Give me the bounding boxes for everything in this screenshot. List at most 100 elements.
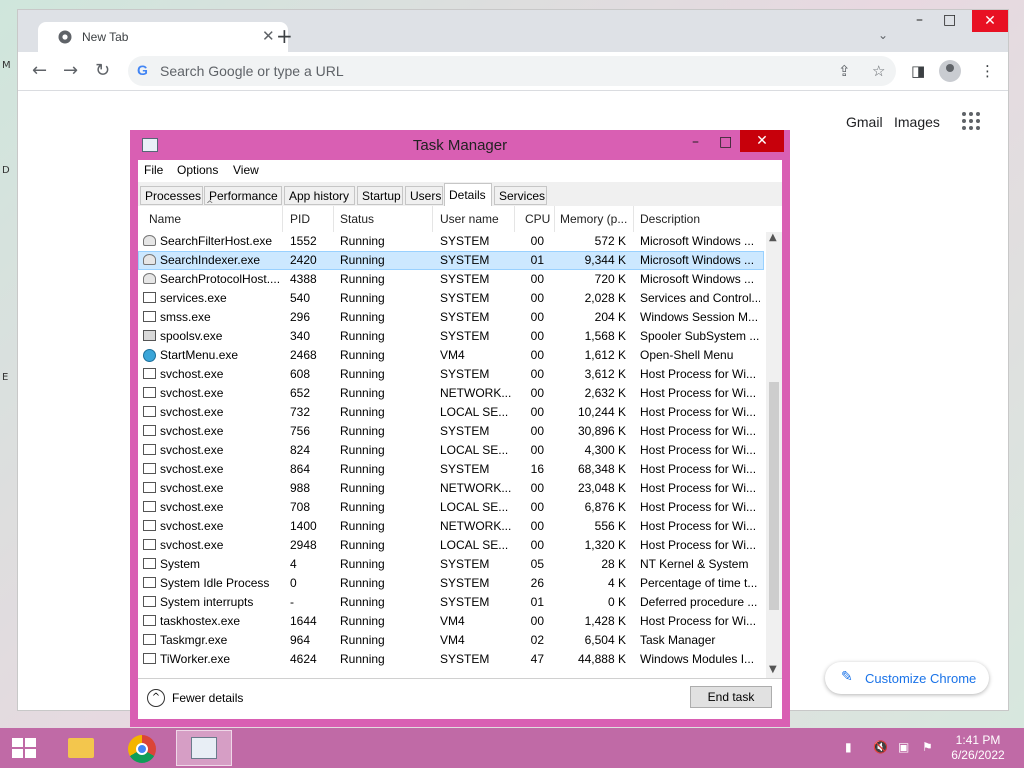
menu-options[interactable]: Options — [177, 163, 218, 177]
images-link[interactable]: Images — [894, 114, 940, 130]
customize-chrome-button[interactable]: ✎ Customize Chrome — [825, 662, 989, 694]
volume-muted-icon[interactable]: 🔇 — [873, 740, 888, 754]
tab-details[interactable]: Details — [444, 183, 492, 207]
process-row[interactable]: svchost.exe 864 Running SYSTEM 16 68,348 K Hos… — [138, 460, 764, 479]
scroll-thumb[interactable] — [769, 382, 779, 610]
process-row[interactable]: System Idle Process 0 Running SYSTEM 26 4 K Pe… — [138, 574, 764, 593]
tab-search-chevron-icon[interactable]: ⌄ — [878, 28, 888, 42]
column-header-memory[interactable]: Memory (p... — [560, 206, 632, 232]
column-header-pid[interactable]: PID — [290, 206, 330, 232]
tab-startup[interactable]: Startup — [357, 186, 403, 205]
close-window-button[interactable]: ✕ — [972, 10, 1008, 32]
taskbar-file-explorer[interactable] — [52, 730, 108, 766]
cell-name: Taskmgr.exe — [160, 633, 228, 647]
minimize-icon[interactable]: – — [916, 12, 923, 28]
end-task-button[interactable]: End task — [690, 686, 772, 708]
column-header-status[interactable]: Status — [340, 206, 430, 232]
task-manager-titlebar[interactable]: Task Manager – □ ✕ — [130, 130, 790, 160]
tm-close-button[interactable]: ✕ — [740, 130, 784, 152]
menu-view[interactable]: View — [233, 163, 259, 177]
process-row[interactable]: TiWorker.exe 4624 Running SYSTEM 47 44,888 K W… — [138, 650, 764, 669]
cell-cpu: 00 — [530, 614, 544, 628]
process-row[interactable]: svchost.exe 824 Running LOCAL SE... 00 4,300 … — [138, 441, 764, 460]
start-button[interactable] — [12, 738, 38, 760]
cell-cpu: 00 — [530, 367, 544, 381]
process-row[interactable]: svchost.exe 732 Running LOCAL SE... 00 10,244… — [138, 403, 764, 422]
process-row[interactable]: smss.exe 296 Running SYSTEM 00 204 K Windows S… — [138, 308, 764, 327]
menu-file[interactable]: File — [144, 163, 163, 177]
bookmark-star-icon[interactable]: ☆ — [872, 62, 885, 80]
scroll-up-icon[interactable]: ▲ — [769, 232, 777, 243]
process-row[interactable]: svchost.exe 652 Running NETWORK... 00 2,632 K… — [138, 384, 764, 403]
reload-icon[interactable]: ↻ — [95, 60, 110, 81]
tm-minimize-icon[interactable]: – — [692, 134, 699, 150]
column-divider[interactable] — [432, 206, 433, 232]
task-manager-title: Task Manager — [412, 137, 508, 154]
action-center-icon[interactable]: ▮ — [845, 740, 859, 754]
tab-users[interactable]: Users — [405, 186, 443, 205]
column-divider[interactable] — [282, 206, 283, 232]
task-manager-icon — [191, 737, 217, 759]
cell-pid: 608 — [290, 367, 311, 381]
process-row[interactable]: svchost.exe 2948 Running LOCAL SE... 00 1,320… — [138, 536, 764, 555]
maximize-icon[interactable]: □ — [943, 12, 956, 28]
taskbar-clock[interactable]: 1:41 PM 6/26/2022 — [948, 733, 1008, 763]
process-row[interactable]: svchost.exe 756 Running SYSTEM 00 30,896 K Hos… — [138, 422, 764, 441]
process-row[interactable]: System 4 Running SYSTEM 05 28 K NT Kernel & Sy… — [138, 555, 764, 574]
side-panel-icon[interactable]: ◨ — [911, 62, 925, 80]
process-row[interactable]: svchost.exe 988 Running NETWORK... 00 23,048 … — [138, 479, 764, 498]
new-tab-button[interactable]: + — [276, 24, 293, 48]
tab-services[interactable]: Services — [494, 186, 547, 205]
taskbar-task-manager[interactable] — [176, 730, 232, 766]
forward-icon[interactable]: → — [63, 60, 78, 81]
process-row[interactable]: SearchProtocolHost.... 4388 Running SYSTEM 0… — [138, 270, 764, 289]
column-divider[interactable] — [554, 206, 555, 232]
taskbar-chrome[interactable] — [114, 730, 170, 766]
scroll-down-icon[interactable]: ▼ — [769, 664, 777, 675]
cell-user-name: SYSTEM — [440, 557, 490, 571]
column-divider[interactable] — [633, 206, 634, 232]
process-row[interactable]: svchost.exe 708 Running LOCAL SE... 00 6,876 … — [138, 498, 764, 517]
column-header-user-name[interactable]: User name — [440, 206, 512, 232]
profile-avatar[interactable] — [939, 60, 961, 82]
process-row[interactable]: svchost.exe 608 Running SYSTEM 00 3,612 K Host… — [138, 365, 764, 384]
cell-memory: 28 K — [601, 557, 626, 571]
process-row[interactable]: taskhostex.exe 1644 Running VM4 00 1,428 K Hos… — [138, 612, 764, 631]
back-icon[interactable]: ← — [32, 60, 47, 81]
tm-maximize-icon[interactable]: □ — [719, 134, 732, 150]
column-header-name[interactable]: Name — [149, 206, 279, 232]
share-icon[interactable]: ⇪ — [838, 62, 851, 80]
tab-app-history[interactable]: App history — [284, 186, 355, 205]
chevron-up-icon[interactable]: ^ — [147, 689, 165, 707]
omnibox[interactable]: G Search Google or type a URL — [128, 56, 896, 86]
cell-user-name: LOCAL SE... — [440, 405, 509, 419]
process-row[interactable]: Taskmgr.exe 964 Running VM4 02 6,504 K Task Ma… — [138, 631, 764, 650]
column-header-description[interactable]: Description — [640, 206, 760, 232]
tab-close-icon[interactable]: ✕ — [262, 27, 275, 45]
menu-kebab-icon[interactable]: ⋮ — [980, 62, 995, 80]
process-row[interactable]: spoolsv.exe 340 Running SYSTEM 00 1,568 K Spoo… — [138, 327, 764, 346]
cell-user-name: VM4 — [440, 348, 465, 362]
fewer-details-link[interactable]: Fewer details — [172, 691, 243, 705]
process-row[interactable]: SearchFilterHost.exe 1552 Running SYSTEM 00 5… — [138, 232, 764, 251]
column-header-cpu[interactable]: CPU — [525, 206, 555, 232]
process-row[interactable]: services.exe 540 Running SYSTEM 00 2,028 K Ser… — [138, 289, 764, 308]
process-row[interactable]: System interrupts - Running SYSTEM 01 0 K Defe… — [138, 593, 764, 612]
tab-processes[interactable]: Processes — [140, 186, 203, 205]
column-divider[interactable] — [333, 206, 334, 232]
network-icon[interactable]: ▣ — [898, 740, 912, 754]
cell-status: Running — [340, 253, 385, 267]
flag-error-icon[interactable]: ⚑ — [922, 740, 936, 754]
process-row[interactable]: SearchIndexer.exe 2420 Running SYSTEM 01 9,34… — [138, 251, 764, 270]
cell-cpu: 26 — [530, 576, 544, 590]
vertical-scrollbar[interactable]: ▲ ▼ — [766, 232, 782, 678]
gmail-link[interactable]: Gmail — [846, 114, 883, 130]
process-row[interactable]: svchost.exe 1400 Running NETWORK... 00 556 K H… — [138, 517, 764, 536]
google-apps-icon[interactable] — [962, 112, 980, 130]
column-divider[interactable] — [514, 206, 515, 232]
process-row[interactable]: StartMenu.exe 2468 Running VM4 00 1,612 K Open… — [138, 346, 764, 365]
tab-performance[interactable]: Performance — [204, 186, 282, 205]
cell-description: Percentage of time t... — [640, 576, 758, 590]
cell-name: SearchFilterHost.exe — [160, 234, 273, 248]
tab-new-tab[interactable]: New Tab ✕ — [38, 22, 288, 54]
